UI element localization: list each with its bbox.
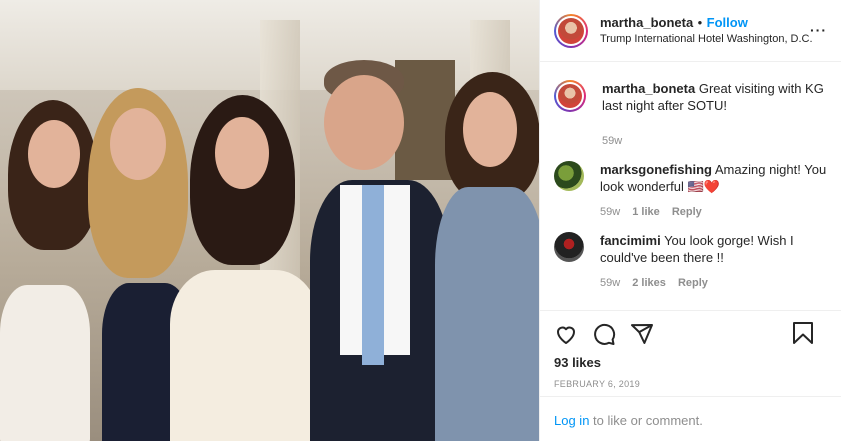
reply-button[interactable]: Reply — [678, 277, 708, 289]
comment-avatar[interactable] — [554, 232, 584, 262]
post-date[interactable]: FEBRUARY 6, 2019 — [554, 379, 828, 389]
separator-dot: • — [697, 14, 703, 30]
comment-avatar[interactable] — [554, 161, 584, 191]
login-bar: Log in to like or comment. — [540, 396, 841, 441]
comment-avatar[interactable] — [554, 80, 586, 112]
comment-icon[interactable] — [592, 322, 616, 346]
heart-icon[interactable] — [554, 322, 578, 346]
login-prompt: to like or comment. — [589, 413, 703, 428]
comment-item: marksgonefishing Amazing night! You look… — [554, 161, 827, 218]
comment-age[interactable]: 59w — [600, 206, 620, 218]
post-photo[interactable] — [0, 0, 539, 441]
comment-age[interactable]: 59w — [600, 277, 620, 289]
comment-list: martha_boneta Great visiting with KG las… — [540, 62, 841, 289]
action-bar: 93 likes FEBRUARY 6, 2019 — [540, 310, 841, 389]
share-icon[interactable] — [630, 322, 654, 346]
avatar-image — [558, 84, 582, 108]
avatar[interactable] — [554, 13, 588, 48]
post-location[interactable]: Trump International Hotel Washington, D.… — [600, 31, 813, 47]
likes-count[interactable]: 93 likes — [554, 355, 828, 370]
comment-likes[interactable]: 1 like — [632, 206, 660, 218]
post-header: martha_boneta • Follow Trump Internation… — [540, 0, 841, 62]
avatar-image — [558, 17, 584, 44]
comment-username[interactable]: fancimimi — [600, 233, 661, 248]
bookmark-icon[interactable] — [792, 321, 814, 345]
follow-button[interactable]: Follow — [707, 15, 748, 30]
reply-button[interactable]: Reply — [672, 206, 702, 218]
comment-item: fancimimi You look gorge! Wish I could'v… — [554, 232, 827, 289]
comment-username[interactable]: martha_boneta — [602, 81, 695, 96]
login-link[interactable]: Log in — [554, 413, 589, 428]
comment-username[interactable]: marksgonefishing — [600, 162, 712, 177]
post-sidebar: martha_boneta • Follow Trump Internation… — [539, 0, 841, 441]
comment-item: martha_boneta Great visiting with KG las… — [554, 80, 827, 147]
comment-age[interactable]: 59w — [602, 135, 622, 147]
comment-likes[interactable]: 2 likes — [632, 277, 666, 289]
post-username[interactable]: martha_boneta — [600, 15, 693, 30]
more-options-icon[interactable]: ··· — [810, 22, 827, 38]
